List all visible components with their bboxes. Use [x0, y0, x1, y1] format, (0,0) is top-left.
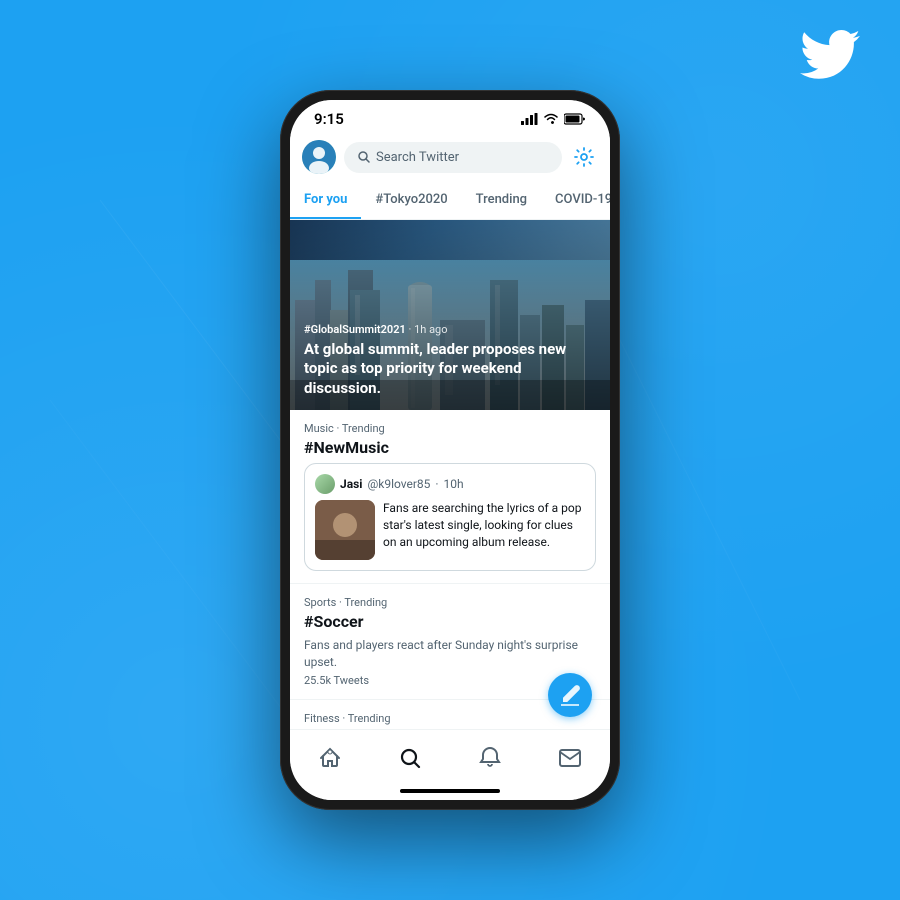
trend-hashtag-1: #NewMusic — [304, 438, 596, 457]
trend-item-newmusic[interactable]: Music · Trending #NewMusic Jasi @k9lover… — [290, 410, 610, 584]
tweet-thumbnail — [315, 500, 375, 560]
home-bar — [400, 789, 500, 793]
trend-hashtag-2: #Soccer — [304, 612, 596, 631]
search-input[interactable]: Search Twitter — [344, 142, 562, 173]
settings-button[interactable] — [570, 143, 598, 171]
status-bar: 9:15 — [290, 100, 610, 132]
phone-frame: 9:15 — [280, 90, 620, 810]
tweet-preview-card[interactable]: Jasi @k9lover85 · 10h — [304, 463, 596, 571]
trend-meta-1: Music · Trending — [304, 422, 596, 435]
search-nav-icon — [398, 746, 422, 770]
notifications-icon — [478, 746, 502, 770]
hero-headline: At global summit, leader proposes new to… — [304, 340, 596, 399]
notifications-nav-button[interactable] — [472, 740, 508, 776]
user-avatar[interactable] — [302, 140, 336, 174]
search-area: Search Twitter — [290, 132, 610, 182]
twitter-logo-background — [800, 30, 860, 80]
home-icon — [318, 746, 342, 770]
hero-hashtag: #GlobalSummit2021 — [304, 323, 406, 336]
search-magnifier-icon — [358, 151, 370, 163]
compose-icon — [559, 684, 581, 706]
home-nav-button[interactable] — [312, 740, 348, 776]
tab-for-you[interactable]: For you — [290, 182, 361, 219]
search-nav-button[interactable] — [392, 740, 428, 776]
tweet-text: Fans are searching the lyrics of a pop s… — [383, 500, 585, 560]
hero-time-ago: 1h ago — [414, 323, 447, 336]
status-icons — [521, 113, 586, 125]
trend-meta-3: Fitness · Trending — [304, 712, 596, 725]
tweet-time-ago: 10h — [444, 477, 464, 491]
tab-tokyo2020[interactable]: #Tokyo2020 — [361, 182, 461, 219]
tab-trending[interactable]: Trending — [462, 182, 541, 219]
bottom-navigation — [290, 729, 610, 782]
home-indicator — [290, 782, 610, 800]
messages-nav-button[interactable] — [552, 740, 588, 776]
tweet-time: · — [435, 477, 438, 491]
tab-covid19[interactable]: COVID-19 — [541, 182, 610, 219]
status-time: 9:15 — [314, 110, 344, 128]
tweet-handle: @k9lover85 — [367, 477, 430, 491]
wifi-icon — [543, 113, 559, 125]
messages-icon — [558, 746, 582, 770]
hero-meta: #GlobalSummit2021 · 1h ago — [304, 323, 596, 336]
compose-fab-button[interactable] — [548, 673, 592, 717]
hero-story[interactable]: #GlobalSummit2021 · 1h ago At global sum… — [290, 220, 610, 410]
tabs-bar: For you #Tokyo2020 Trending COVID-19 — [290, 182, 610, 220]
tweet-content-row: Fans are searching the lyrics of a pop s… — [315, 500, 585, 560]
tweet-avatar — [315, 474, 335, 494]
trend-meta-2: Sports · Trending — [304, 596, 596, 609]
signal-icon — [521, 113, 538, 125]
main-content: #GlobalSummit2021 · 1h ago At global sum… — [290, 220, 610, 729]
phone-screen: 9:15 — [290, 100, 610, 800]
battery-icon — [564, 113, 586, 125]
hero-text-block: #GlobalSummit2021 · 1h ago At global sum… — [304, 323, 596, 399]
trend-desc-2: Fans and players react after Sunday nigh… — [304, 637, 596, 671]
search-placeholder-text: Search Twitter — [376, 150, 459, 165]
tweet-username: Jasi — [340, 477, 362, 491]
tweet-user-row: Jasi @k9lover85 · 10h — [315, 474, 585, 494]
